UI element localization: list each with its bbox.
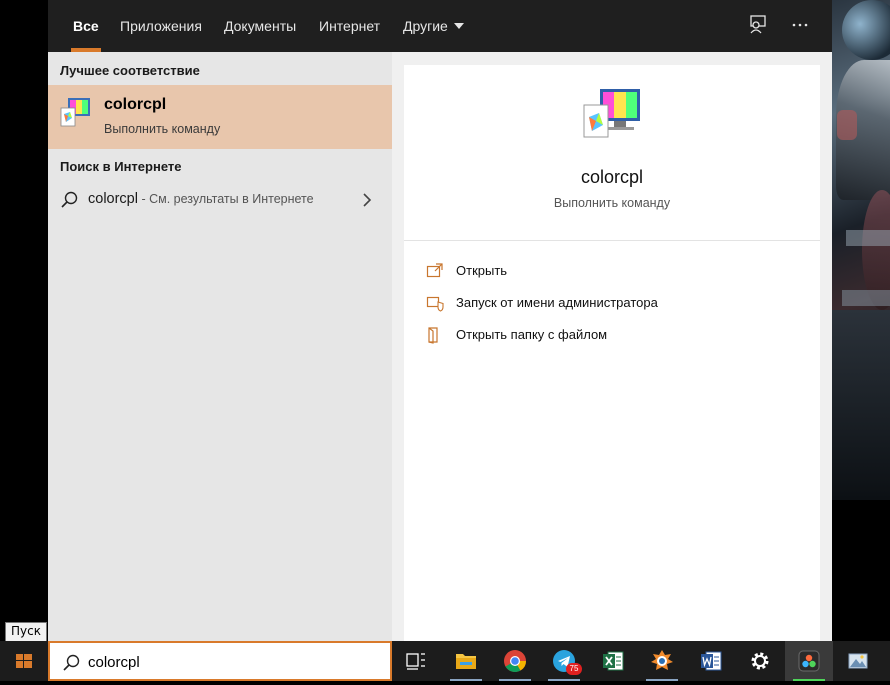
detail-app-name: colorcpl [580, 167, 644, 187]
folder-open-icon [428, 327, 438, 344]
web-search-heading: Поиск в Интернете [60, 159, 182, 174]
word-icon [701, 651, 722, 671]
open-file-location-label: Открыть папку с файлом [456, 327, 608, 342]
word-button[interactable] [687, 641, 735, 681]
tab-more[interactable]: Другие [403, 0, 464, 52]
search-filter-bar: Все Приложения Документы Интернет Другие [48, 0, 832, 52]
search-input[interactable] [88, 651, 378, 673]
best-match-type: Выполнить команду [104, 122, 221, 136]
detail-pane: colorcpl Выполнить команду Открыть Запус… [392, 52, 832, 641]
excel-button[interactable] [589, 641, 637, 681]
start-search-panel: Все Приложения Документы Интернет Другие… [48, 0, 832, 641]
gear-icon [751, 652, 769, 670]
feedback-icon[interactable] [746, 14, 770, 38]
notification-badge: 75 [566, 663, 582, 675]
taskbar-search-box[interactable] [48, 641, 392, 681]
search-icon [61, 191, 78, 208]
task-view-button[interactable] [392, 641, 440, 681]
web-search-item[interactable]: colorcpl - См. результаты в Интернете [48, 185, 392, 215]
start-tooltip: Пуск [5, 622, 47, 642]
run-as-admin-label: Запуск от имени администратора [456, 295, 658, 310]
chrome-button[interactable] [491, 641, 539, 681]
best-match-item[interactable]: colorcpl Выполнить команду [48, 85, 392, 149]
chrome-icon [504, 650, 526, 672]
divider [404, 240, 820, 241]
open-icon [426, 263, 443, 278]
photo-editor-icon [651, 650, 673, 670]
desktop-wallpaper [832, 0, 890, 500]
detail-card: colorcpl Выполнить команду Открыть Запус… [404, 65, 820, 641]
chevron-right-icon[interactable] [360, 191, 374, 209]
telegram-button[interactable]: 75 [540, 641, 588, 681]
task-view-icon [406, 653, 425, 670]
folder-icon [456, 654, 476, 669]
color-management-icon [60, 98, 90, 127]
web-search-query: colorcpl [88, 191, 138, 207]
search-icon [63, 654, 80, 671]
chevron-down-icon [453, 23, 464, 29]
photo-app-button[interactable] [638, 641, 686, 681]
tab-all[interactable]: Все [71, 0, 101, 52]
detail-app-type: Выполнить команду [553, 196, 671, 210]
web-search-label: colorcpl - См. результаты в Интернете [88, 191, 314, 207]
web-search-suffix: - См. результаты в Интернете [137, 192, 314, 206]
image-viewer-button[interactable] [834, 641, 882, 681]
open-action-label: Открыть [456, 263, 508, 278]
davinci-resolve-icon [798, 650, 820, 672]
more-icon[interactable] [788, 14, 812, 38]
start-button[interactable] [0, 641, 48, 681]
tab-apps[interactable]: Приложения [120, 0, 202, 52]
results-list: Лучшее соответствие colorcpl Выполнить к… [48, 52, 392, 641]
best-match-heading: Лучшее соответствие [60, 63, 200, 78]
tab-more-label: Другие [403, 18, 448, 34]
taskbar: 75 [0, 641, 890, 681]
image-viewer-icon [848, 653, 868, 669]
admin-shield-icon [426, 296, 444, 312]
file-explorer-button[interactable] [442, 641, 490, 681]
best-match-name: colorcpl [104, 96, 167, 113]
windows-logo-icon [16, 654, 32, 668]
color-management-large-icon [583, 89, 640, 138]
settings-button[interactable] [736, 641, 784, 681]
tab-web[interactable]: Интернет [319, 0, 380, 52]
tab-documents[interactable]: Документы [224, 0, 296, 52]
davinci-resolve-button[interactable] [785, 641, 833, 681]
excel-icon [603, 651, 624, 671]
